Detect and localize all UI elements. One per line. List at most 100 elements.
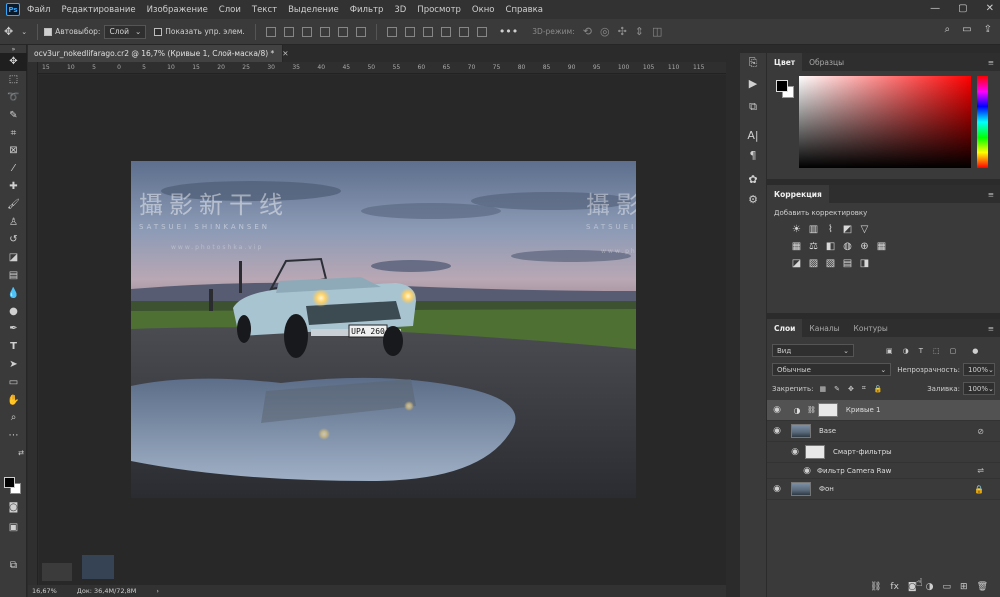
eye-icon[interactable]: ◉ [767, 484, 787, 494]
eye-icon[interactable]: ◉ [767, 426, 787, 436]
lock-pixels-icon[interactable]: ✎ [834, 385, 840, 393]
more-options-icon[interactable]: ••• [499, 25, 518, 38]
autoselect-dropdown[interactable]: Слой ⌄ [104, 24, 147, 39]
black-white-icon[interactable]: ◧ [825, 241, 836, 252]
close-button[interactable]: ✕ [986, 3, 994, 14]
3d-panel-icon[interactable]: ⚙ [740, 189, 766, 209]
align-hcenter-icon[interactable] [337, 26, 348, 37]
eyedropper-tool-icon[interactable]: ⁄ [0, 160, 27, 178]
distribute-bottom-icon[interactable] [422, 26, 433, 37]
distribute-right-icon[interactable] [476, 26, 487, 37]
eye-icon[interactable]: ◉ [767, 405, 787, 415]
delete-layer-icon[interactable]: 🗑 [977, 582, 988, 592]
new-adjustment-icon[interactable]: ◑ [926, 582, 934, 592]
eraser-tool-icon[interactable]: ◪ [0, 249, 27, 267]
tab-layers[interactable]: Слои [767, 319, 803, 337]
fill-field[interactable]: 100% ⌄ [963, 382, 995, 395]
show-transform-checkbox[interactable] [154, 27, 163, 36]
channel-mixer-icon[interactable]: ⊕ [859, 241, 870, 252]
filter-adjustment-icon[interactable]: ◑ [903, 347, 909, 355]
frame-tool-icon[interactable]: ⊠ [0, 142, 27, 160]
kind-filter-dropdown[interactable]: Вид ⌄ [772, 344, 854, 357]
filter-options-icon[interactable]: ⇌ [977, 466, 984, 475]
panel-menu-icon[interactable]: ≡ [988, 185, 1000, 203]
rectangle-tool-icon[interactable]: ▭ [0, 373, 27, 391]
menu-select[interactable]: Выделение [288, 5, 339, 15]
lock-transparent-icon[interactable]: ▦ [819, 385, 826, 393]
clone-stamp-tool-icon[interactable]: ♙ [0, 213, 27, 231]
menu-filter[interactable]: Фильтр [350, 5, 384, 15]
filter-pixel-icon[interactable]: ▣ [886, 347, 893, 355]
menu-edit[interactable]: Редактирование [61, 5, 135, 15]
toolbar-collapse-icon[interactable]: » [0, 45, 27, 53]
panel-menu-icon[interactable]: ≡ [988, 53, 1000, 71]
zoom-level[interactable]: 16,67% [32, 587, 57, 595]
autoselect-checkbox[interactable] [44, 27, 53, 36]
more-tools-icon[interactable]: ⋯ [0, 427, 27, 445]
eye-icon[interactable]: ◉ [785, 447, 805, 457]
hand-tool-icon[interactable]: ✋ [0, 391, 27, 409]
panel-menu-icon[interactable]: ≡ [988, 319, 1000, 337]
filter-shape-icon[interactable]: ⬚ [933, 347, 940, 355]
menu-help[interactable]: Справка [506, 5, 543, 15]
3d-pan-icon[interactable]: ✣ [618, 25, 627, 38]
layer-row-camera-raw[interactable]: ◉ Фильтр Camera Raw ⇌ [767, 463, 1000, 479]
layer-row-smart-filters[interactable]: ◉ Смарт-фильтры [767, 442, 1000, 463]
3d-orbit-icon[interactable]: ⟲ [583, 25, 592, 38]
tab-adjustments[interactable]: Коррекция [767, 185, 829, 203]
align-bottom-icon[interactable] [301, 26, 312, 37]
artboard-icon[interactable]: ⧉ [0, 557, 27, 575]
selective-color-icon[interactable]: ◨ [859, 258, 870, 269]
align-right-icon[interactable] [355, 26, 366, 37]
foreground-color-swatch[interactable] [776, 80, 788, 92]
healing-brush-tool-icon[interactable]: ✚ [0, 178, 27, 196]
filter-toggle-icon[interactable]: ● [972, 347, 978, 355]
history-brush-tool-icon[interactable]: ↺ [0, 231, 27, 249]
properties-icon[interactable]: ✿ [740, 169, 766, 189]
3d-roll-icon[interactable]: ◎ [600, 25, 610, 38]
dodge-tool-icon[interactable]: ● [0, 302, 27, 320]
posterize-icon[interactable]: ▨ [808, 258, 819, 269]
align-left-icon[interactable] [319, 26, 330, 37]
minimize-button[interactable]: — [930, 3, 940, 14]
foreground-color-swatch[interactable] [4, 477, 15, 488]
distribute-vcenter-icon[interactable] [404, 26, 415, 37]
curves-icon[interactable]: ⌇ [825, 224, 836, 235]
tab-swatches[interactable]: Образцы [802, 53, 851, 71]
color-field[interactable] [799, 76, 971, 168]
share-icon[interactable]: ⇪ [984, 24, 992, 35]
move-tool-icon[interactable]: ✥ [0, 53, 27, 71]
lock-all-icon[interactable]: 🔒 [874, 385, 883, 393]
distribute-left-icon[interactable] [440, 26, 451, 37]
zoom-tool-icon[interactable]: ⌕ [0, 409, 27, 427]
lock-position-icon[interactable]: ✥ [848, 385, 854, 393]
menu-type[interactable]: Текст [252, 5, 277, 15]
tab-channels[interactable]: Каналы [802, 319, 846, 337]
levels-icon[interactable]: ▥ [808, 224, 819, 235]
menu-file[interactable]: Файл [27, 5, 50, 15]
new-group-icon[interactable]: ▭ [943, 582, 952, 592]
maximize-button[interactable]: ▢ [958, 3, 967, 14]
align-top-icon[interactable] [265, 26, 276, 37]
menu-image[interactable]: Изображение [147, 5, 208, 15]
layer-row-background[interactable]: ◉ Фон 🔒 [767, 479, 1000, 500]
status-arrow-icon[interactable]: › [156, 587, 159, 595]
menu-window[interactable]: Окно [472, 5, 495, 15]
lock-artboard-icon[interactable]: ⌗ [862, 384, 866, 393]
distribute-top-icon[interactable] [386, 26, 397, 37]
close-tab-icon[interactable]: ✕ [282, 49, 288, 58]
hue-slider[interactable] [977, 76, 988, 168]
exposure-icon[interactable]: ◩ [842, 224, 853, 235]
actions-play-icon[interactable]: ▶ [740, 73, 766, 93]
layer-mask-thumbnail[interactable] [817, 403, 838, 417]
menu-3d[interactable]: 3D [394, 5, 406, 15]
fx-icon[interactable]: fx [890, 582, 899, 592]
invert-icon[interactable]: ◪ [791, 258, 802, 269]
chevron-down-icon[interactable]: ⌄ [21, 28, 27, 36]
path-select-tool-icon[interactable]: ➤ [0, 356, 27, 374]
gradient-map-icon[interactable]: ▤ [842, 258, 853, 269]
hue-saturation-icon[interactable]: ▦ [791, 241, 802, 252]
brightness-icon[interactable]: ☀ [791, 224, 802, 235]
document-tab[interactable]: ocv3ur_nokedlifarago.cr2 @ 16,7% (Кривые… [28, 45, 289, 62]
distribute-hcenter-icon[interactable] [458, 26, 469, 37]
